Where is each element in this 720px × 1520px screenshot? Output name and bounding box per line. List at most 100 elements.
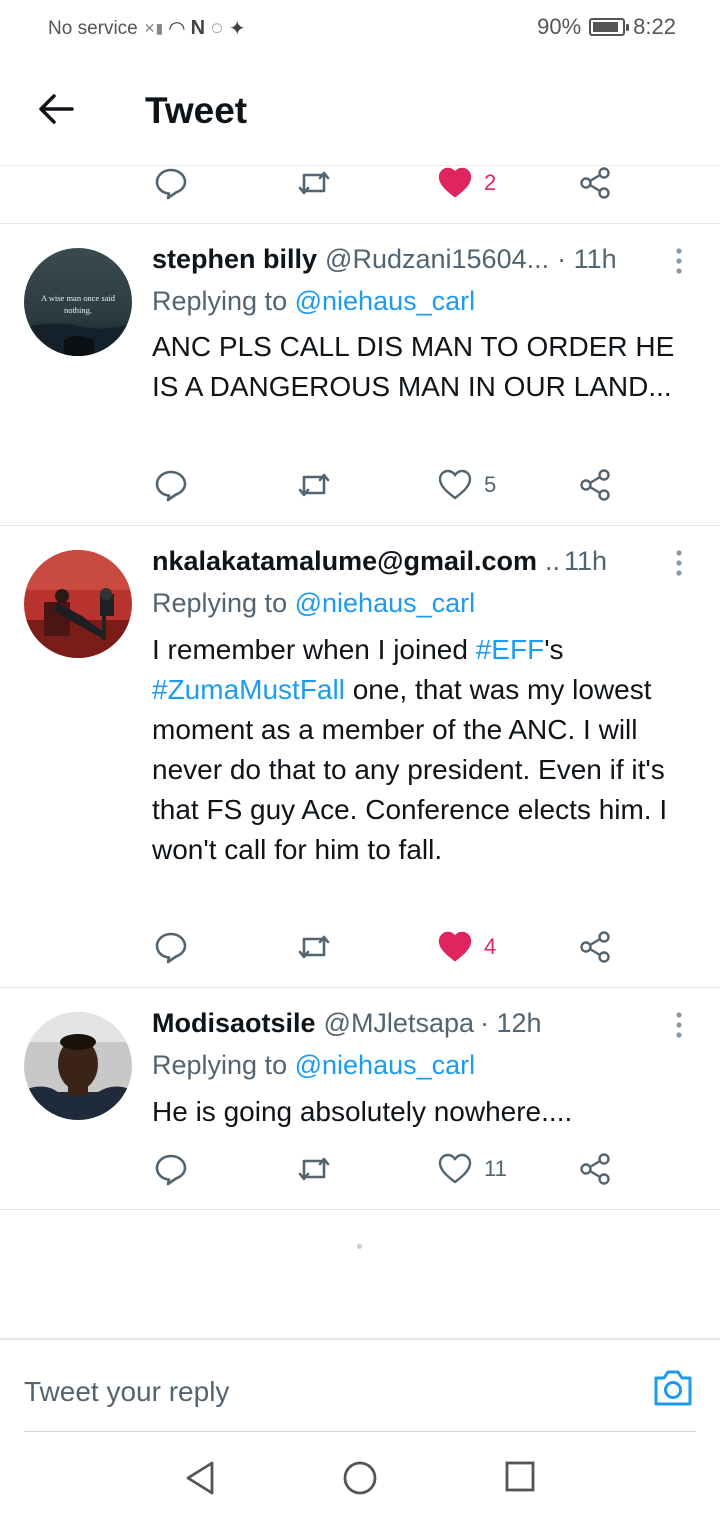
like-button[interactable]: 4 — [438, 922, 496, 972]
tweet-text: He is going absolutely nowhere.... — [152, 1096, 573, 1127]
retweet-button[interactable] — [296, 158, 332, 208]
tweet-item[interactable]: A wise man once said nothing. stephen bi… — [0, 224, 720, 525]
avatar-caption-2: nothing. — [64, 305, 92, 315]
tweet-time: · 12h — [480, 1008, 542, 1038]
app-header: Tweet — [0, 56, 720, 166]
back-button[interactable] — [36, 88, 78, 130]
replying-prefix: Replying to — [152, 286, 288, 316]
clock: 8:22 — [633, 14, 676, 39]
share-icon — [580, 1153, 610, 1185]
avatar-image — [24, 550, 132, 658]
reply-button[interactable] — [154, 158, 188, 208]
like-count: 4 — [484, 934, 497, 959]
more-options-button[interactable] — [674, 1010, 684, 1040]
retweet-button[interactable] — [296, 460, 332, 510]
tweet-text: ANC PLS CALL DIS MAN TO ORDER HE IS A DA… — [152, 331, 675, 402]
share-icon — [580, 167, 610, 199]
tweet-actions: 2 — [150, 158, 630, 208]
retweet-icon — [298, 935, 330, 959]
tweet-text: I remember when I joined #EFF's #ZumaMus… — [152, 630, 697, 870]
like-count: 5 — [484, 472, 497, 497]
tweet-header: Modisaotsile @MJletsapa · 12h — [152, 1008, 660, 1039]
page-title: Tweet — [145, 90, 248, 131]
user-handle[interactable]: .. — [545, 546, 560, 577]
tweet-actions: 4 — [150, 922, 630, 972]
speech-bubble-icon — [155, 932, 187, 964]
nav-home-button[interactable] — [342, 1460, 378, 1501]
user-handle[interactable]: @Rudzani15604... — [325, 244, 549, 275]
tweet-text-part: I remember when I joined — [152, 634, 476, 665]
reply-button[interactable] — [154, 460, 188, 510]
reply-button[interactable] — [154, 1144, 188, 1194]
nfc-icon: N — [190, 17, 206, 39]
retweet-icon — [298, 473, 330, 497]
share-button[interactable] — [578, 1144, 612, 1194]
camera-button[interactable] — [652, 1368, 694, 1413]
mention-link[interactable]: @niehaus_carl — [295, 1050, 476, 1080]
status-left: No service ✕▮ ◠ N ◌ ✦ — [48, 16, 246, 41]
nav-back-button[interactable] — [184, 1460, 216, 1501]
user-handle[interactable]: @MJletsapa — [324, 1008, 474, 1039]
camera-icon — [654, 1370, 692, 1406]
tweet-actions: 11 — [150, 1144, 630, 1194]
reply-input[interactable]: Tweet your reply — [24, 1352, 696, 1432]
retweet-icon — [298, 171, 330, 195]
hashtag-link[interactable]: #EFF — [476, 634, 544, 665]
circle-home-icon — [343, 1461, 377, 1495]
replying-to: Replying to @niehaus_carl — [152, 588, 475, 619]
avatar[interactable] — [24, 1012, 132, 1120]
reply-composer: Tweet your reply — [0, 1338, 720, 1440]
three-dots-vertical-icon — [676, 248, 682, 274]
battery-fill — [593, 22, 619, 32]
share-icon — [580, 931, 610, 963]
replying-to: Replying to @niehaus_carl — [152, 286, 475, 317]
replying-prefix: Replying to — [152, 588, 288, 618]
battery-icon — [589, 18, 630, 36]
hashtag-link[interactable]: #ZumaMustFall — [152, 674, 345, 705]
heart-icon — [438, 469, 472, 500]
mention-link[interactable]: @niehaus_carl — [295, 588, 476, 618]
tweet-item[interactable]: Modisaotsile @MJletsapa · 12h Replying t… — [0, 988, 720, 1209]
share-button[interactable] — [578, 158, 612, 208]
like-button[interactable]: 2 — [438, 158, 496, 208]
avatar[interactable] — [24, 550, 132, 658]
like-button[interactable]: 11 — [438, 1144, 507, 1194]
retweet-button[interactable] — [296, 1144, 332, 1194]
whatsapp-icon: ◌ — [211, 17, 223, 39]
twitter-bird-icon: ✦ — [228, 18, 246, 40]
like-count: 11 — [484, 1156, 507, 1181]
avatar[interactable]: A wise man once said nothing. — [24, 248, 132, 356]
speech-bubble-icon — [155, 470, 187, 502]
display-name[interactable]: stephen billy — [152, 244, 317, 275]
nav-recents-button[interactable] — [504, 1460, 536, 1499]
share-button[interactable] — [578, 460, 612, 510]
display-name[interactable]: Modisaotsile — [152, 1008, 316, 1039]
no-signal-icon: ✕▮ — [143, 20, 164, 36]
three-dots-vertical-icon — [676, 550, 682, 576]
share-button[interactable] — [578, 922, 612, 972]
heart-icon — [438, 1153, 472, 1184]
carrier-label: No service — [48, 17, 138, 39]
replying-to: Replying to @niehaus_carl — [152, 1050, 475, 1081]
status-bar: No service ✕▮ ◠ N ◌ ✦ 90% 8:22 — [0, 0, 720, 56]
tweet-time: · 11h — [557, 244, 617, 274]
speech-bubble-icon — [155, 1154, 187, 1186]
battery-percent: 90% — [537, 14, 582, 39]
reply-button[interactable] — [154, 922, 188, 972]
more-options-button[interactable] — [674, 246, 684, 276]
tweet-item[interactable]: nkalakatamalume@gmail.com .. 11h Replyin… — [0, 526, 720, 987]
tweet-text-part: 's — [544, 634, 564, 665]
like-button[interactable]: 5 — [438, 460, 496, 510]
status-right: 90% 8:22 — [537, 14, 676, 40]
speech-bubble-icon — [155, 168, 187, 200]
display-name[interactable]: nkalakatamalume@gmail.com — [152, 546, 537, 577]
more-options-button[interactable] — [674, 548, 684, 578]
retweet-button[interactable] — [296, 922, 332, 972]
tweet-header: stephen billy @Rudzani15604... · 11h — [152, 244, 660, 275]
avatar-caption-1: A wise man once said — [41, 293, 116, 303]
mention-link[interactable]: @niehaus_carl — [295, 286, 476, 316]
tweet-time: 11h — [564, 546, 608, 576]
arrow-left-icon — [39, 94, 74, 124]
like-count: 2 — [484, 170, 497, 195]
loading-indicator — [357, 1244, 362, 1249]
